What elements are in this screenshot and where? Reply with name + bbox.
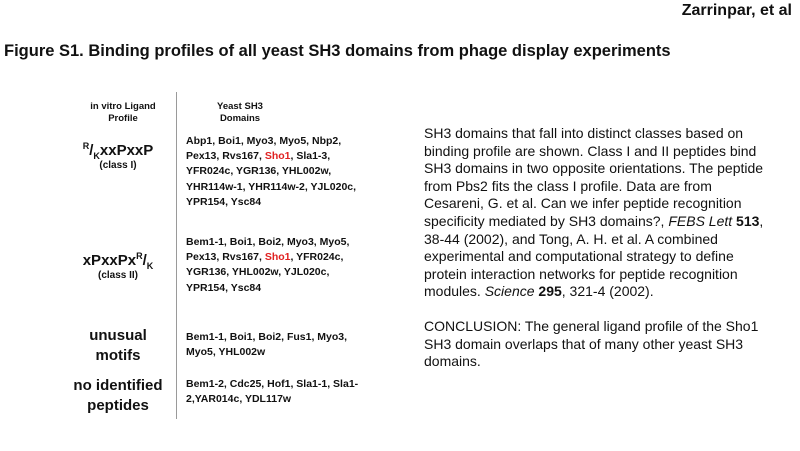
sho1-highlight: Sho1 — [264, 251, 291, 264]
conclusion-paragraph: CONCLUSION: The general ligand profile o… — [424, 317, 759, 370]
ligand-profile-header: in vitro Ligand Profile — [78, 101, 168, 125]
ligand-profile-header-line1: in vitro Ligand — [90, 101, 156, 112]
class-i-motif: R/KxxPxxP — [82, 141, 154, 161]
sh3-domains-header-line2: Domains — [219, 113, 261, 124]
class-i-caption: (class I) — [99, 160, 137, 171]
class-ii-label: xPxxPxR/K (class II) — [60, 252, 176, 282]
class-ii-caption: (class II) — [97, 270, 139, 281]
unusual-motifs-label: unusual motifs — [89, 327, 147, 364]
author-header: Zarrinpar, et al — [681, 2, 792, 19]
description-text: SH3 domains that fall into distinct clas… — [424, 125, 764, 371]
no-peptides-label: no identified peptides — [73, 377, 163, 414]
sh3-domains-header-line1: Yeast SH3 — [217, 101, 263, 112]
class-ii-motif: xPxxPxR/K — [82, 251, 154, 271]
class-i-label: R/KxxPxxP (class I) — [60, 142, 176, 172]
sho1-highlight: Sho1 — [264, 150, 291, 163]
class-ii-domains: Bem1-1, Boi1, Boi2, Myo3, Myo5, Pex13, R… — [186, 236, 350, 294]
class-i-domains: Abp1, Boi1, Myo3, Myo5, Nbp2, Pex13, Rvs… — [186, 135, 357, 208]
sh3-domains-header: Yeast SH3 Domains — [200, 101, 280, 125]
ligand-profile-header-line2: Profile — [108, 113, 138, 124]
figure-title: Figure S1. Binding profiles of all yeast… — [4, 42, 671, 60]
unusual-motifs-domains: Bem1-1, Boi1, Boi2, Fus1, Myo3, Myo5, YH… — [186, 331, 348, 359]
description-paragraph: SH3 domains that fall into distinct clas… — [424, 125, 764, 300]
column-divider — [176, 92, 177, 419]
no-peptides-domains: Bem1-2, Cdc25, Hof1, Sla1-1, Sla1-2,YAR0… — [186, 378, 359, 406]
